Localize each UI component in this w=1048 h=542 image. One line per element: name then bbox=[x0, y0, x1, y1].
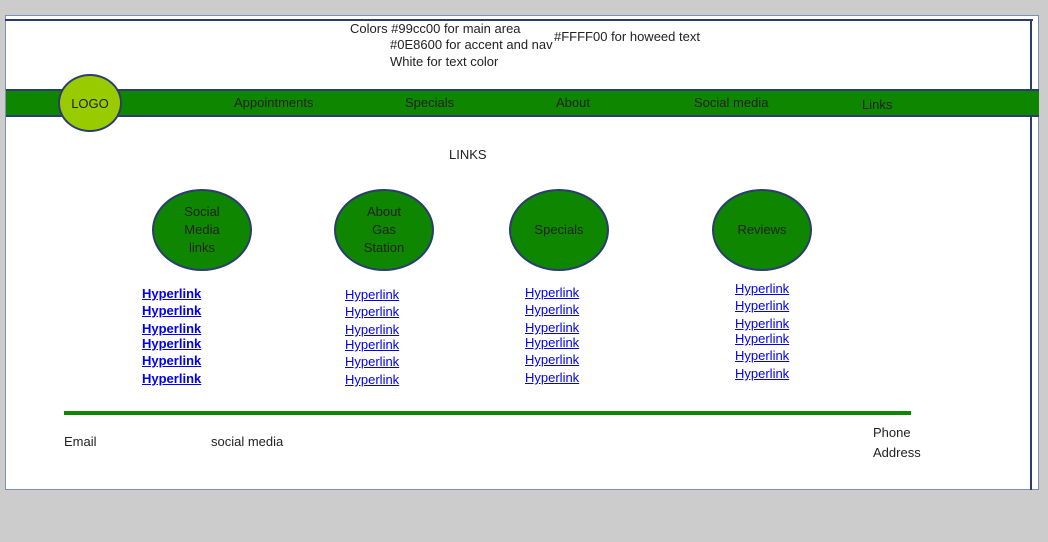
circle-line: Media bbox=[184, 222, 220, 237]
hyperlink[interactable]: Hyperlink bbox=[735, 348, 789, 363]
hyperlink[interactable]: Hyperlink bbox=[345, 354, 399, 369]
hyperlink[interactable]: Hyperlink bbox=[525, 352, 579, 367]
nav-item-appointments[interactable]: Appointments bbox=[234, 95, 314, 110]
color-note-accent: #0E8600 for accent and nav bbox=[390, 37, 553, 52]
hyperlink[interactable]: Hyperlink bbox=[525, 370, 579, 385]
circle-social-media-links[interactable]: Social Media links bbox=[152, 189, 252, 271]
hyperlink[interactable]: Hyperlink bbox=[525, 335, 579, 350]
hyperlink[interactable]: Hyperlink bbox=[525, 320, 579, 335]
color-note-highlight: #FFFF00 for howeed text bbox=[554, 29, 700, 44]
hyperlink[interactable]: Hyperlink bbox=[735, 331, 789, 346]
hyperlink[interactable]: Hyperlink bbox=[345, 304, 399, 319]
circle-specials[interactable]: Specials bbox=[509, 189, 609, 271]
logo-label: LOGO bbox=[71, 95, 109, 111]
hyperlink[interactable]: Hyperlink bbox=[735, 281, 789, 296]
circle-line: Station bbox=[363, 240, 405, 255]
hyperlink[interactable]: Hyperlink bbox=[525, 302, 579, 317]
footer-phone: Phone bbox=[873, 425, 911, 440]
circle-about-gas-station[interactable]: About Gas Station bbox=[334, 189, 434, 271]
nav-item-about[interactable]: About bbox=[556, 95, 590, 110]
color-note-text: White for text color bbox=[390, 54, 499, 69]
hyperlink[interactable]: Hyperlink bbox=[142, 336, 201, 351]
nav-item-specials[interactable]: Specials bbox=[405, 95, 454, 110]
circle-line: links bbox=[188, 240, 215, 255]
footer-address: Address bbox=[873, 445, 921, 460]
footer-social-media: social media bbox=[211, 434, 284, 449]
circle-line: Gas bbox=[372, 222, 396, 237]
hyperlink[interactable]: Hyperlink bbox=[345, 287, 399, 302]
section-title: LINKS bbox=[449, 147, 487, 162]
nav-item-social-media[interactable]: Social media bbox=[694, 95, 768, 110]
hyperlink[interactable]: Hyperlink bbox=[142, 371, 201, 386]
logo[interactable]: LOGO bbox=[58, 74, 122, 132]
hyperlink[interactable]: Hyperlink bbox=[142, 321, 201, 336]
hyperlink[interactable]: Hyperlink bbox=[142, 286, 201, 301]
hyperlink[interactable]: Hyperlink bbox=[142, 303, 201, 318]
color-note-main: Colors #99cc00 for main area bbox=[350, 21, 521, 36]
footer-email: Email bbox=[64, 434, 97, 449]
hyperlink[interactable]: Hyperlink bbox=[142, 353, 201, 368]
hyperlink[interactable]: Hyperlink bbox=[735, 316, 789, 331]
hyperlink[interactable]: Hyperlink bbox=[345, 337, 399, 352]
circle-line: Specials bbox=[534, 222, 584, 237]
circle-line: Social bbox=[184, 204, 220, 219]
circle-reviews[interactable]: Reviews bbox=[712, 189, 812, 271]
circle-line: Reviews bbox=[737, 222, 787, 237]
footer-divider bbox=[64, 411, 911, 415]
hyperlink[interactable]: Hyperlink bbox=[345, 372, 399, 387]
hyperlink[interactable]: Hyperlink bbox=[345, 322, 399, 337]
hyperlink[interactable]: Hyperlink bbox=[735, 298, 789, 313]
circle-line: About bbox=[367, 204, 401, 219]
nav-item-links[interactable]: Links bbox=[862, 97, 892, 112]
hyperlink[interactable]: Hyperlink bbox=[735, 366, 789, 381]
hyperlink[interactable]: Hyperlink bbox=[525, 285, 579, 300]
